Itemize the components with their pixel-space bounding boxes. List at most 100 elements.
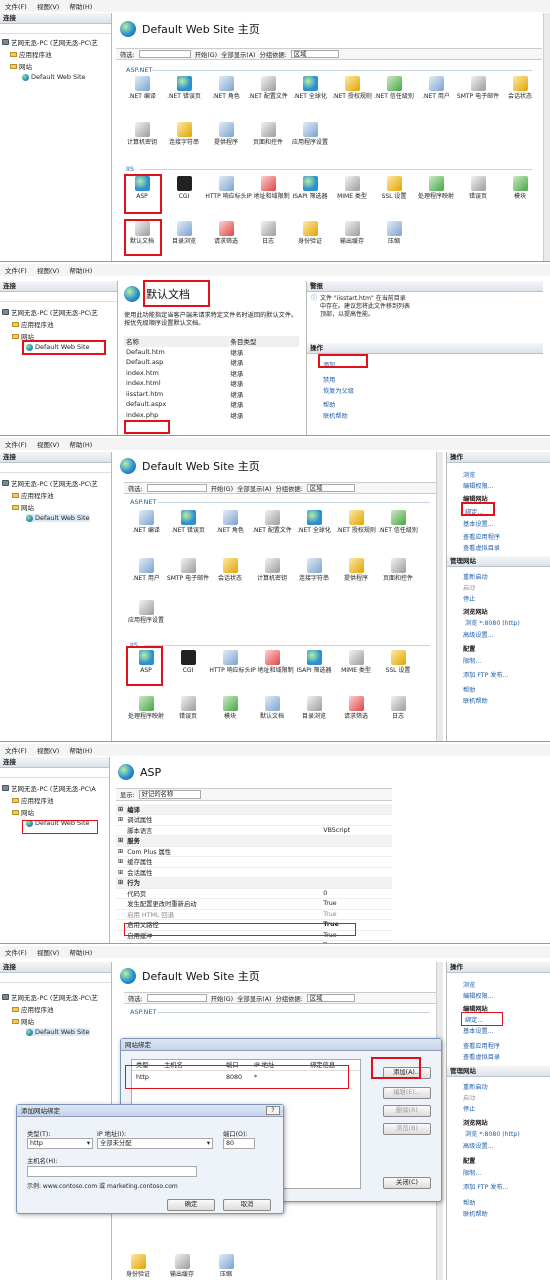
col-type[interactable]: 条目类型	[228, 336, 299, 347]
iis-feature-6[interactable]: SSL 设置	[376, 650, 420, 674]
close-button[interactable]: 关闭(C)	[383, 1177, 431, 1189]
property-row[interactable]: ⊞ 会话属性	[116, 867, 392, 878]
iis3-feature-1[interactable]: 输出缓存	[160, 1254, 204, 1278]
aspnet2-feature-0[interactable]: 计算机密钥	[120, 122, 164, 146]
group-by-select[interactable]: 区域	[306, 484, 355, 492]
table-row[interactable]: index.html 继承	[124, 378, 299, 389]
aspnet-feature-8[interactable]: SMTP 电子邮件	[456, 76, 500, 100]
help-link[interactable]: 帮助	[323, 400, 335, 409]
property-value[interactable]: True	[321, 898, 392, 910]
scrollbar[interactable]	[543, 13, 550, 261]
iis-feature-3[interactable]: IP 地址和域限制	[250, 650, 294, 674]
iis2-feature-0[interactable]: 处理程序映射	[124, 696, 168, 720]
advanced-settings-link[interactable]: 高级设置...	[463, 1141, 494, 1150]
aspnet-feature-3[interactable]: .NET 配置文件	[246, 76, 290, 100]
property-value[interactable]	[321, 846, 392, 857]
expand-icon[interactable]: ⊞	[116, 856, 126, 868]
show-all-button[interactable]: 全部显示(A)	[221, 50, 255, 59]
aspnet-feature-3[interactable]: .NET 配置文件	[250, 510, 294, 534]
expand-icon[interactable]: ⊞	[116, 814, 126, 826]
go-button[interactable]: 开始(G)	[211, 484, 233, 493]
property-value[interactable]: VBScript	[321, 825, 392, 836]
iis-feature-4[interactable]: ISAPI 筛选器	[292, 650, 336, 674]
iis-feature-4[interactable]: ISAPI 筛选器	[288, 176, 332, 200]
display-select[interactable]: 好记的名称	[138, 790, 201, 799]
tree-server[interactable]: 艺网无丞-PC (艺网无丞-PC\艺	[2, 478, 98, 488]
online-help-link[interactable]: 联机帮助	[463, 1209, 488, 1218]
expand-icon[interactable]: ⊞	[116, 867, 126, 878]
menu-view[interactable]: 视图(V)	[37, 1, 60, 11]
aspnet-feature-2[interactable]: .NET 角色	[208, 510, 252, 534]
iis2-feature-4[interactable]: 身份验证	[288, 221, 332, 245]
property-value[interactable]	[321, 835, 392, 847]
aspnet-feature-4[interactable]: .NET 全球化	[292, 510, 336, 534]
aspnet2-feature-2[interactable]: 会话状态	[208, 558, 252, 582]
tree-app-pools[interactable]: 应用程序池	[12, 319, 54, 329]
property-value[interactable]: True	[321, 909, 392, 920]
tree-default-site[interactable]: Default Web Site	[26, 1028, 90, 1036]
table-row[interactable]: Default.asp 继承	[124, 357, 299, 368]
property-row[interactable]: 代码页 0	[116, 888, 392, 899]
property-row[interactable]: ⊞ 调试属性	[116, 814, 392, 826]
aspnet-feature-4[interactable]: .NET 全球化	[288, 76, 332, 100]
menu-file[interactable]: 文件(F)	[5, 1, 27, 11]
menu-help[interactable]: 帮助(H)	[69, 1, 92, 11]
menu-file[interactable]: 文件(F)	[5, 947, 27, 957]
aspnet-feature-9[interactable]: 会话状态	[498, 76, 542, 100]
iis-feature-1[interactable]: CGI	[162, 176, 206, 200]
tree-sites[interactable]: 网站	[12, 502, 34, 512]
tree-app-pools[interactable]: 应用程序池	[10, 49, 52, 59]
view-vdirs-link[interactable]: 查看虚拟目录	[463, 543, 500, 552]
property-value[interactable]	[321, 867, 392, 878]
property-row[interactable]: ⊞ Com Plus 属性	[116, 846, 392, 857]
iis-feature-1[interactable]: CGI	[166, 650, 210, 674]
browse-link[interactable]: 浏览	[463, 470, 475, 479]
property-value[interactable]: 0	[321, 888, 392, 899]
menu-file[interactable]: 文件(F)	[5, 265, 27, 275]
aspnet2-feature-5[interactable]: 提供程序	[334, 558, 378, 582]
aspnet-feature-6[interactable]: .NET 信任级别	[372, 76, 416, 100]
view-apps-link[interactable]: 查看应用程序	[463, 532, 500, 541]
disable-link[interactable]: 禁用	[323, 375, 335, 384]
aspnet2-feature-4[interactable]: 连接字符串	[292, 558, 336, 582]
iis-feature-0[interactable]: ASP	[120, 176, 164, 200]
scrollbar[interactable]	[436, 452, 443, 741]
show-all-button[interactable]: 全部显示(A)	[237, 994, 271, 1003]
iis2-feature-2[interactable]: 请求筛选	[204, 221, 248, 245]
menu-view[interactable]: 视图(V)	[37, 947, 60, 957]
property-row[interactable]: 脚本语言 VBScript	[116, 825, 392, 836]
aspnet2-feature-3[interactable]: 页面和控件	[246, 122, 290, 146]
start-link[interactable]: 启动	[463, 1093, 475, 1102]
menu-help[interactable]: 帮助(H)	[69, 265, 92, 275]
tree-server[interactable]: 艺网无丞-PC (艺网无丞-PC\A	[2, 783, 96, 793]
online-help-link[interactable]: 联机帮助	[323, 411, 348, 420]
go-button[interactable]: 开始(G)	[211, 994, 233, 1003]
col-name[interactable]: 名称	[124, 336, 228, 347]
aspnet2-feature-2[interactable]: 提供程序	[204, 122, 248, 146]
view-apps-link[interactable]: 查看应用程序	[463, 1041, 500, 1050]
property-value[interactable]	[321, 856, 392, 868]
table-row[interactable]: Default.htm 继承	[124, 347, 299, 358]
tree-server[interactable]: 艺网无丞-PC (艺网无丞-PC\艺	[2, 37, 98, 47]
edit-binding-button[interactable]: 编辑(E)...	[383, 1087, 431, 1099]
menu-help[interactable]: 帮助(H)	[69, 745, 92, 755]
basic-settings-link[interactable]: 基本设置...	[463, 519, 494, 528]
limits-link[interactable]: 限制...	[463, 656, 481, 665]
property-row[interactable]: 启用 HTML 回退 True	[116, 909, 392, 920]
iis2-feature-0[interactable]: 默认文档	[120, 221, 164, 245]
port-input[interactable]: 80	[223, 1138, 255, 1149]
menu-view[interactable]: 视图(V)	[37, 745, 60, 755]
property-value[interactable]	[321, 877, 392, 889]
iis2-feature-3[interactable]: 默认文档	[250, 696, 294, 720]
online-help-link[interactable]: 联机帮助	[463, 696, 488, 705]
aspnet2-feature-1[interactable]: 连接字符串	[162, 122, 206, 146]
filter-input[interactable]	[146, 994, 207, 1002]
tree-server[interactable]: 艺网无丞-PC (艺网无丞-PC\艺	[2, 307, 98, 317]
iis3-feature-2[interactable]: 压缩	[204, 1254, 248, 1278]
stop-link[interactable]: 停止	[463, 1104, 475, 1113]
tree-app-pools[interactable]: 应用程序池	[12, 795, 54, 805]
property-group[interactable]: ⊞ 服务	[116, 835, 392, 847]
browse-binding-button[interactable]: 浏览(B)	[383, 1123, 431, 1135]
tree-app-pools[interactable]: 应用程序池	[12, 1004, 54, 1014]
menu-help[interactable]: 帮助(H)	[69, 947, 92, 957]
